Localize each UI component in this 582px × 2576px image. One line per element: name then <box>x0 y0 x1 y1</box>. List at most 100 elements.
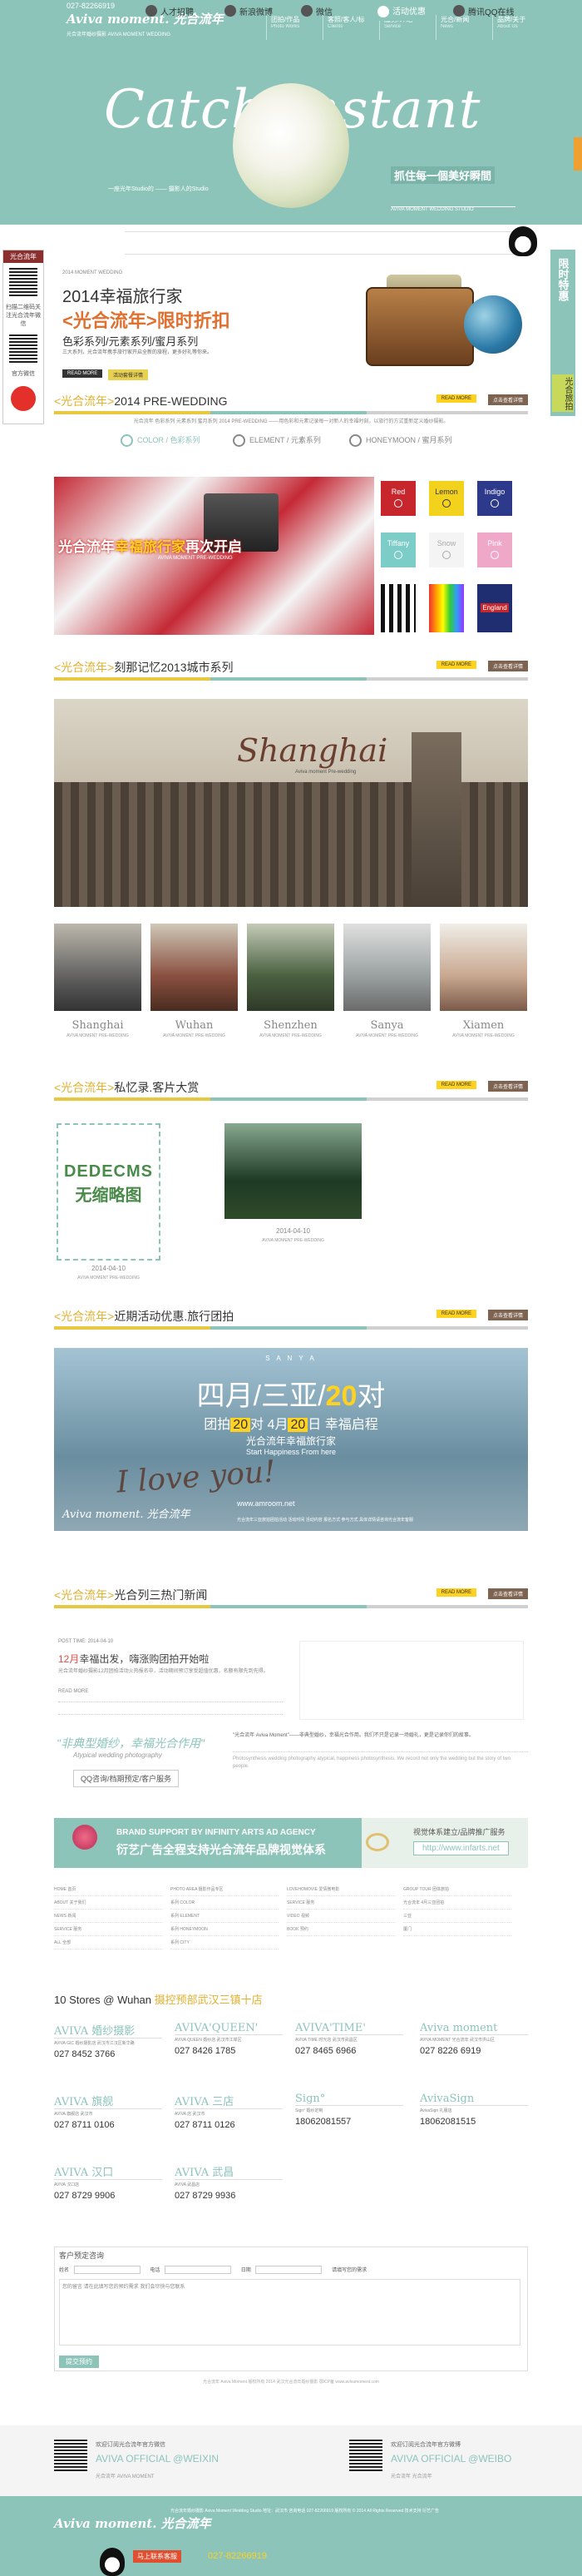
store-card[interactable]: Aviva moment AVIVA MOMENT 光合流年 武汉市洪山区 027 … <box>420 2022 528 2056</box>
view-details-button[interactable]: 点击查看详情 <box>487 1081 528 1092</box>
wechat-handle[interactable]: AVIVA OFFICIAL @WEIXIN <box>96 2453 219 2465</box>
guest-photo[interactable] <box>224 1123 362 1219</box>
footer-link[interactable]: BOOK 预约 <box>287 1923 395 1936</box>
menu-item-wechat[interactable]: 微信 <box>301 5 333 20</box>
city-thumb-sanya[interactable] <box>343 924 431 1011</box>
news-read-more-link[interactable]: READ MORE <box>58 1689 88 1694</box>
store-card[interactable]: AVIVA'TIME' AVIVA TIME 时光店 武汉市武昌区 027 8465… <box>295 2022 403 2056</box>
link-column: HOME 首页 ABOUT 关于我们 NEWS 新闻 SERVICE 服务 AL… <box>54 1883 162 1966</box>
read-more-button[interactable]: READ MORE <box>436 394 476 403</box>
qq-penguin-icon[interactable] <box>509 226 537 256</box>
footer-logo[interactable]: Aviva moment. 光合流年 <box>54 2514 211 2532</box>
footer-link[interactable]: GROUP TOUR 团体旅拍 <box>403 1883 511 1896</box>
footer-link[interactable]: 厦门 <box>403 1923 511 1936</box>
swatch-red[interactable]: Red <box>381 481 416 516</box>
qq-penguin-icon[interactable] <box>100 2548 125 2576</box>
thumb-subtitle: AVIVA MOMENT PRE-WEDDING <box>259 1033 322 1038</box>
city-thumb-shenzhen[interactable] <box>247 924 334 1011</box>
quote-title: "非典型婚纱，幸福光合作用" <box>57 1736 205 1750</box>
menu-item-jobs[interactable]: 人才招聘 <box>146 5 194 20</box>
city-feature-image[interactable]: Shanghai Aviva moment Pre-wedding <box>54 699 528 907</box>
swatch-tiffany[interactable]: Tiffany <box>381 533 416 567</box>
site-logo[interactable]: Aviva moment. 光合流年 光合流年婚纱摄影 AVIVA MOMENT… <box>67 10 224 43</box>
read-more-button[interactable]: READ MORE <box>436 1588 476 1597</box>
sanya-banner[interactable]: S A N Y A 四月/三亚/20对 团拍 20 对 4月 20 日 幸福启程 光合流… <box>54 1348 528 1531</box>
message-textarea[interactable]: 您的留言 请在此填写您的预约需求 我们会尽快与您联系 <box>59 2279 520 2346</box>
store-name: AVIVA'TIME' <box>295 2022 403 2035</box>
footer-link[interactable]: HOME 首页 <box>54 1883 162 1896</box>
footer-link[interactable]: ALL 全部 <box>54 1936 162 1949</box>
store-card[interactable]: AVIVA 婚纱摄影 AVIVA GIC 婚纱摄影店 武汉市江汉区新华路 027 8… <box>54 2022 162 2059</box>
date-input[interactable] <box>255 2266 323 2275</box>
nav-sublabel: About Us <box>497 24 518 29</box>
weibo-icon[interactable] <box>11 386 36 411</box>
footer-link[interactable]: 系列 ELEMENT <box>170 1910 279 1923</box>
footer-link[interactable]: 三亚 <box>403 1910 511 1923</box>
tab-element[interactable]: ELEMENT / 元素系列 <box>233 434 321 449</box>
store-card[interactable]: AVIVA 旗舰 AVIVA 旗舰店 武汉市 027 8711 0106 <box>54 2093 162 2130</box>
swatch-lemon[interactable]: Lemon <box>429 481 464 516</box>
swatch-indigo[interactable]: Indigo <box>477 481 512 516</box>
city-title: Shanghai <box>237 732 388 769</box>
city-thumb-wuhan[interactable] <box>150 924 238 1011</box>
city-thumb-xiamen[interactable] <box>440 924 527 1011</box>
store-phone: 027 8729 9936 <box>175 2191 236 2201</box>
tab-honeymoon[interactable]: HONEYMOON / 蜜月系列 <box>349 434 452 449</box>
weibo-handle[interactable]: AVIVA OFFICIAL @WEIBO <box>391 2453 511 2465</box>
footer-link[interactable]: NEWS 新闻 <box>54 1910 162 1923</box>
footer-link[interactable]: SERVICE 服务 <box>54 1923 162 1936</box>
copyright-text: 光合流年 Aviva Moment 版权所有 2014 武汉光合流年婚纱摄影 鄂… <box>203 2380 379 2385</box>
limited-offer-tab[interactable]: 限时特惠 光合旅拍 <box>550 250 575 416</box>
view-details-button[interactable]: 点击查看详情 <box>487 1588 528 1599</box>
rainbow-pattern <box>429 584 464 632</box>
name-input[interactable] <box>73 2266 141 2275</box>
name-label: 姓名 <box>59 2268 70 2273</box>
swatch-icon <box>442 551 451 559</box>
footer-link[interactable]: VIDEO 视频 <box>287 1910 395 1923</box>
promo-details-button[interactable]: 活动套餐详情 <box>108 369 149 380</box>
menu-item-weibo[interactable]: 新浪微博 <box>224 5 273 20</box>
menu-label: 人才招聘 <box>160 8 194 17</box>
store-card[interactable]: AVIVA 三店 AVIVA 店 武汉市 027 8711 0126 <box>175 2093 283 2130</box>
ad-url-link[interactable]: http://www.infarts.net <box>413 1841 509 1855</box>
view-details-button[interactable]: 点击查看详情 <box>487 1310 528 1320</box>
view-details-button[interactable]: 点击查看详情 <box>487 394 528 405</box>
store-card[interactable]: AVIVA 汉口 AVIVA 汉口店 027 8729 9906 <box>54 2163 162 2201</box>
store-card[interactable]: AVIVA 武昌 AVIVA 武昌店 027 8729 9936 <box>175 2163 283 2201</box>
contact-qq-button[interactable]: 马上联系客服 <box>133 2550 181 2563</box>
tab-color[interactable]: COLOR / 色彩系列 <box>121 434 200 449</box>
footer-link[interactable]: SERVICE 服务 <box>287 1896 395 1910</box>
footer-link[interactable]: 系列 CITY <box>170 1936 279 1949</box>
no-thumbnail-placeholder[interactable]: DEDECMS 无缩略图 <box>57 1123 160 1261</box>
footer-link[interactable]: LOVEHOMOVIE 爱情微电影 <box>287 1883 395 1896</box>
store-card[interactable]: AvivaSign AvivaSign 礼服店 18062081515 <box>420 2093 528 2127</box>
menu-item-qq[interactable]: 腾讯QQ在线 <box>453 5 515 20</box>
menu-item-offers[interactable]: 活动优惠 <box>374 2 432 21</box>
footer-link[interactable]: 光合流年 4月三亚团拍 <box>403 1896 511 1910</box>
swatch-icon <box>394 499 402 508</box>
city-thumb-shanghai[interactable] <box>54 924 141 1011</box>
read-more-button[interactable]: READ MORE <box>436 1310 476 1318</box>
side-toggle-tab[interactable] <box>574 137 582 171</box>
read-more-button[interactable]: READ MORE <box>436 661 476 669</box>
swatch-pink[interactable]: Pink <box>477 533 512 567</box>
brand-support-ad[interactable]: BRAND SUPPORT BY INFINITY ARTS AD AGENCY… <box>54 1818 528 1868</box>
view-details-button[interactable]: 点击查看详情 <box>487 661 528 671</box>
submit-button[interactable]: 提交预约 <box>59 2356 99 2368</box>
footer-link[interactable]: 系列 HONEYMOON <box>170 1923 279 1936</box>
read-more-button[interactable]: READ MORE <box>436 1081 476 1089</box>
phone-input[interactable] <box>165 2266 232 2275</box>
footer-link[interactable]: ABOUT 关于我们 <box>54 1896 162 1910</box>
footer-link[interactable]: 系列 COLOR <box>170 1896 279 1910</box>
section-description: 光合流年 色彩系列 元素系列 蜜月系列 2014 PRE-WEDDING ——用… <box>133 419 449 424</box>
news-title-link[interactable]: 12月幸福出发，嗨涨购团拍开始啦 <box>58 1652 209 1666</box>
link-column: GROUP TOUR 团体旅拍 光合流年 4月三亚团拍 三亚 厦门 <box>403 1883 511 1966</box>
store-card[interactable]: Sign° Sign° 婚纱定制 18062081557 <box>295 2093 403 2127</box>
qq-consult-button[interactable]: QQ咨询/档期预定/客户服务 <box>73 1770 180 1787</box>
ad-service-text: 视觉体系建立/品牌推广服务 <box>413 1828 506 1836</box>
footer-link[interactable]: PHOTO AREA 摄影作品专区 <box>170 1883 279 1896</box>
store-card[interactable]: AVIVA'QUEEN' AVIVA QUEEN 婚纱店 武汉市江岸区 027 84… <box>175 2022 283 2056</box>
prewedding-banner[interactable]: 光合流年幸福旅行家再次开启 AVIVA MOMENT PRE-WEDDING <box>54 477 374 635</box>
swatch-snow[interactable]: Snow <box>429 533 464 567</box>
promo-read-more-button[interactable]: READ MORE <box>62 369 103 378</box>
